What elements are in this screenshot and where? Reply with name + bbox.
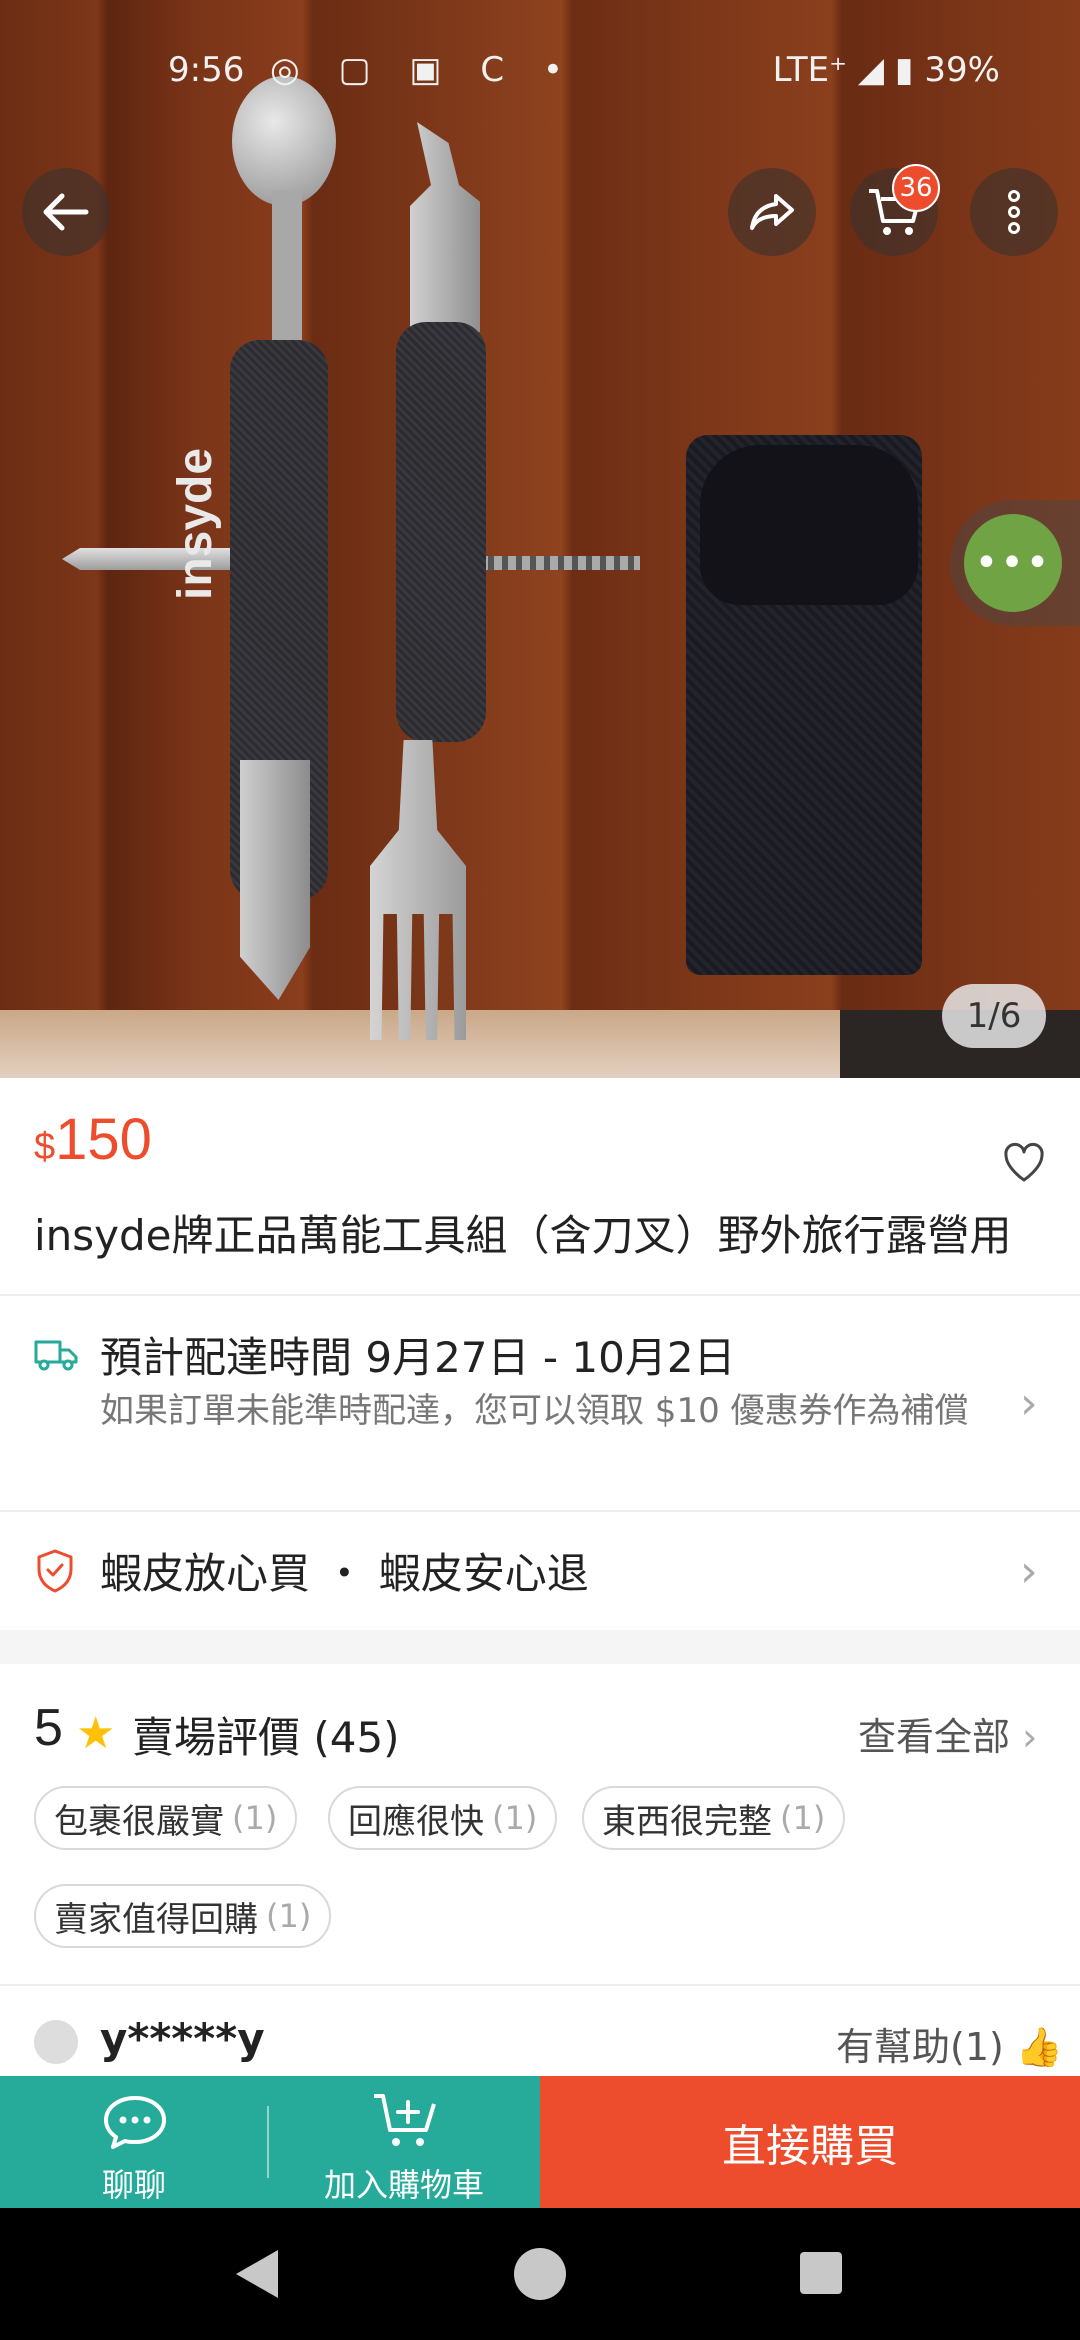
more-options-button[interactable] xyxy=(970,168,1058,256)
arrow-left-icon xyxy=(43,193,89,231)
product-price: $150 xyxy=(34,1106,152,1173)
product-title: insyde牌正品萬能工具組（含刀叉）野外旅行露營用 xyxy=(34,1211,1012,1260)
rating-score: 5 xyxy=(34,1699,63,1757)
status-bar: 9:56 ◎ ▢ ▣ C • LTE⁺ ◢ ▮ 39% xyxy=(0,0,1080,140)
review-tag-count: (1) xyxy=(780,1799,826,1837)
share-icon xyxy=(750,194,794,230)
share-button[interactable] xyxy=(728,168,816,256)
chat-label: 聊聊 xyxy=(101,2166,166,2204)
image-pouch-flap xyxy=(700,445,918,605)
review-tag[interactable]: 包裹很嚴實 (1) xyxy=(34,1786,298,1850)
image-fork xyxy=(370,740,466,1040)
back-button[interactable] xyxy=(22,168,110,256)
signal-icon: ◢ xyxy=(857,50,885,90)
image-corkscrew xyxy=(480,556,640,570)
review-tag[interactable]: 東西很完整 (1) xyxy=(582,1786,846,1850)
chat-button[interactable]: 聊聊 xyxy=(0,2076,268,2208)
review-tag-count: (1) xyxy=(266,1897,312,1935)
truck-icon xyxy=(34,1340,78,1371)
review-tag-label: 包裹很嚴實 xyxy=(54,1801,224,1842)
delivery-guarantee-note: 如果訂單未能準時配達，您可以領取 $10 優惠券作為補償 xyxy=(100,1391,969,1431)
review-tag-count: (1) xyxy=(492,1799,538,1837)
heart-icon[interactable] xyxy=(1000,1138,1048,1186)
review-tag-label: 東西很完整 xyxy=(602,1801,772,1842)
battery-icon: ▮ xyxy=(894,50,914,90)
image-tool-right xyxy=(396,322,486,742)
network-label: LTE⁺ xyxy=(772,50,848,90)
messenger-icon: ◎ xyxy=(270,50,314,90)
review-tag-label: 賣家值得回購 xyxy=(54,1899,258,1940)
nav-recents-icon[interactable] xyxy=(800,2252,842,2294)
image-spoon-neck xyxy=(272,190,302,350)
shop-rating-label: 賣場評價 (45) xyxy=(132,1713,400,1762)
cart-count-badge: 36 xyxy=(892,164,940,212)
add-to-cart-button[interactable]: 加入購物車 xyxy=(268,2076,540,2208)
review-tag-label: 回應很快 xyxy=(348,1801,484,1842)
divider xyxy=(0,1984,1080,1986)
more-vertical-icon xyxy=(1008,190,1020,234)
chat-bubble-icon xyxy=(104,2096,166,2149)
dot-icon: • xyxy=(542,50,577,90)
product-image-carousel[interactable]: insyde xyxy=(0,0,1080,1078)
price-amount: 150 xyxy=(55,1107,152,1172)
chevron-right-icon: › xyxy=(1022,1715,1038,1759)
review-tag-count: (1) xyxy=(232,1799,278,1837)
image-bottle-opener xyxy=(410,122,480,332)
notification-icons: ◎ ▢ ▣ C • xyxy=(270,50,577,90)
buy-now-button[interactable]: 直接購買 xyxy=(540,2076,1080,2208)
thumbs-up-icon: 👍 xyxy=(1015,2025,1064,2069)
see-all-label: 查看全部 xyxy=(858,1715,1011,1759)
divider xyxy=(0,1294,1080,1296)
status-right: LTE⁺ ◢ ▮ 39% xyxy=(773,50,1000,90)
helpful-button[interactable]: 有幫助(1) 👍 xyxy=(836,2016,1063,2071)
c-icon: C xyxy=(480,50,519,90)
review-tag[interactable]: 回應很快 (1) xyxy=(328,1786,558,1850)
chevron-right-icon: › xyxy=(1020,1378,1038,1429)
divider xyxy=(0,1510,1080,1512)
image-logo-text: insyde xyxy=(169,447,222,600)
star-icon: ★ xyxy=(76,1708,116,1759)
add-to-cart-label: 加入購物車 xyxy=(323,2166,484,2204)
guarantee-label: 蝦皮放心買 ・ 蝦皮安心退 xyxy=(100,1549,589,1598)
helpful-label: 有幫助(1) xyxy=(836,2025,1004,2069)
battery-level: 39% xyxy=(924,50,1000,90)
image-knife-blade xyxy=(240,760,310,1000)
teams-icon: ▣ xyxy=(409,50,456,90)
image-counter: 1/6 xyxy=(942,984,1046,1048)
shield-check-icon xyxy=(37,1549,73,1593)
review-tag[interactable]: 賣家值得回購 (1) xyxy=(34,1884,332,1948)
product-page: insyde 9:56 ◎ ▢ ▣ C • LTE⁺ ◢ ▮ 39% 36 ••… xyxy=(0,0,1080,2340)
section-gap xyxy=(0,1630,1080,1664)
bar-separator xyxy=(267,2106,269,2178)
floating-chat-button[interactable]: ••• xyxy=(964,514,1062,612)
status-time: 9:56 xyxy=(168,50,245,90)
nav-back-icon[interactable] xyxy=(236,2250,278,2298)
chevron-right-icon: › xyxy=(1020,1546,1038,1597)
reviewer-name: y*****y xyxy=(100,2014,265,2063)
see-all-reviews-link[interactable]: 查看全部 › xyxy=(858,1706,1037,1761)
currency-symbol: $ xyxy=(34,1126,56,1168)
avatar xyxy=(34,2020,78,2064)
nav-home-icon[interactable] xyxy=(514,2248,566,2300)
instagram-icon: ▢ xyxy=(338,50,385,90)
bottom-action-bar: 聊聊 加入購物車 直接購買 xyxy=(0,2076,1080,2208)
delivery-estimate: 預計配達時間 9月27日 - 10月2日 xyxy=(100,1333,736,1382)
cart-plus-icon xyxy=(374,2094,436,2146)
